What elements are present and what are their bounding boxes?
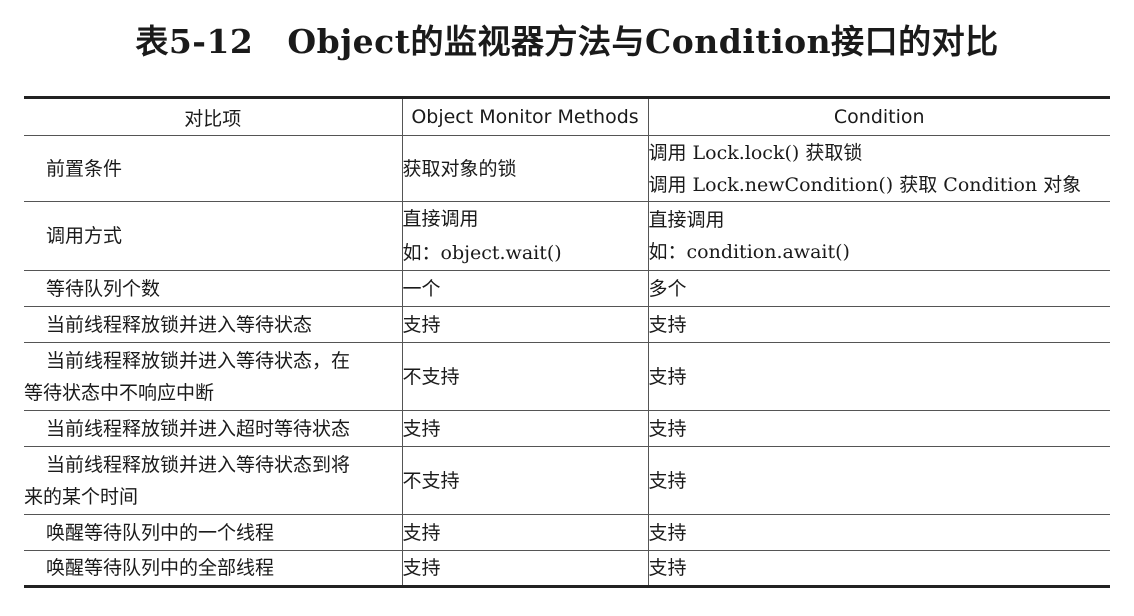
condition-cell: 调用 Lock.lock() 获取锁调用 Lock.newCondition()…	[647, 135, 1110, 202]
feature-text: 当前线程释放锁并进入等待状态，在	[46, 349, 351, 372]
feature-cell: 等待队列个数	[24, 270, 403, 307]
object-monitor-text: 支持	[402, 557, 441, 579]
condition-text: 支持	[648, 417, 687, 440]
feature-cell: 当前线程释放锁并进入等待状态	[24, 306, 403, 343]
header-object-monitor: Object Monitor Methods	[401, 97, 649, 136]
feature-cell: 唤醒等待队列中的全部线程	[24, 550, 403, 588]
table-caption: 表5-12 Object的监视器方法与Condition接口的对比	[0, 22, 1134, 62]
object-monitor-text: 不支持	[402, 469, 460, 492]
condition-cell: 支持	[647, 550, 1110, 588]
table-row: 当前线程释放锁并进入等待状态 支持 支持	[24, 306, 1110, 343]
condition-cell: 支持	[647, 514, 1110, 551]
condition-text: 调用 Lock.newCondition() 获取 Condition 对象	[648, 173, 1082, 196]
object-monitor-text: 不支持	[402, 365, 460, 388]
table-row: 当前线程释放锁并进入超时等待状态 支持 支持	[24, 410, 1110, 447]
condition-cell: 直接调用如：condition.await()	[647, 201, 1110, 271]
table-number: 表5-12	[135, 22, 254, 61]
feature-text: 当前线程释放锁并进入等待状态到将	[46, 453, 351, 476]
feature-text: 来的某个时间	[24, 485, 139, 508]
object-monitor-cell: 支持	[401, 550, 649, 588]
condition-cell: 支持	[647, 446, 1110, 515]
header-feature: 对比项	[24, 97, 403, 136]
condition-cell: 支持	[647, 410, 1110, 447]
feature-text: 调用方式	[46, 225, 123, 247]
table-row: 当前线程释放锁并进入等待状态到将来的某个时间 不支持 支持	[24, 446, 1110, 515]
feature-cell: 唤醒等待队列中的一个线程	[24, 514, 403, 551]
feature-text: 前置条件	[46, 157, 123, 180]
feature-text: 等待状态中不响应中断	[24, 381, 215, 404]
condition-text: 直接调用	[648, 209, 725, 231]
table-header-row: 对比项 Object Monitor Methods Condition	[24, 97, 1110, 136]
object-monitor-cell: 不支持	[401, 342, 649, 411]
header-condition: Condition	[647, 97, 1110, 136]
condition-text: 如：condition.await()	[648, 241, 850, 263]
object-monitor-cell: 获取对象的锁	[401, 135, 649, 202]
object-monitor-cell: 不支持	[401, 446, 649, 515]
feature-cell: 当前线程释放锁并进入等待状态到将来的某个时间	[24, 446, 403, 515]
comparison-table: 对比项 Object Monitor Methods Condition 前置条…	[24, 96, 1110, 588]
object-monitor-cell: 一个	[401, 270, 649, 307]
object-monitor-text: 如：object.wait()	[402, 242, 562, 264]
condition-text: 支持	[648, 313, 687, 336]
feature-text: 唤醒等待队列中的全部线程	[46, 557, 275, 579]
feature-cell: 当前线程释放锁并进入超时等待状态	[24, 410, 403, 447]
condition-text: 调用 Lock.lock() 获取锁	[648, 141, 863, 164]
object-monitor-text: 获取对象的锁	[402, 157, 517, 180]
condition-text: 支持	[648, 469, 687, 492]
feature-text: 唤醒等待队列中的一个线程	[46, 521, 275, 544]
feature-text: 等待队列个数	[46, 277, 161, 300]
object-monitor-text: 一个	[402, 277, 441, 300]
condition-cell: 多个	[647, 270, 1110, 307]
feature-cell: 前置条件	[24, 135, 403, 202]
table-row: 唤醒等待队列中的一个线程 支持 支持	[24, 514, 1110, 551]
table-row: 调用方式 直接调用如：object.wait() 直接调用如：condition…	[24, 201, 1110, 271]
object-monitor-cell: 支持	[401, 306, 649, 343]
feature-text: 当前线程释放锁并进入超时等待状态	[46, 417, 351, 440]
condition-text: 支持	[648, 365, 687, 388]
object-monitor-cell: 支持	[401, 514, 649, 551]
feature-text: 当前线程释放锁并进入等待状态	[46, 313, 313, 336]
feature-cell: 调用方式	[24, 201, 403, 271]
table-row: 等待队列个数 一个 多个	[24, 270, 1110, 307]
object-monitor-text: 支持	[402, 521, 441, 544]
object-monitor-cell: 支持	[401, 410, 649, 447]
condition-text: 多个	[648, 277, 687, 300]
table-row: 唤醒等待队列中的全部线程 支持 支持	[24, 550, 1110, 588]
feature-cell: 当前线程释放锁并进入等待状态，在等待状态中不响应中断	[24, 342, 403, 411]
object-monitor-text: 直接调用	[402, 208, 479, 230]
condition-cell: 支持	[647, 306, 1110, 343]
object-monitor-text: 支持	[402, 313, 441, 336]
object-monitor-cell: 直接调用如：object.wait()	[401, 201, 649, 271]
condition-text: 支持	[648, 557, 687, 579]
table-row: 前置条件 获取对象的锁 调用 Lock.lock() 获取锁调用 Lock.ne…	[24, 135, 1110, 202]
object-monitor-text: 支持	[402, 417, 441, 440]
condition-cell: 支持	[647, 342, 1110, 411]
condition-text: 支持	[648, 521, 687, 544]
table-title: Object的监视器方法与Condition接口的对比	[287, 22, 999, 61]
table-row: 当前线程释放锁并进入等待状态，在等待状态中不响应中断 不支持 支持	[24, 342, 1110, 411]
